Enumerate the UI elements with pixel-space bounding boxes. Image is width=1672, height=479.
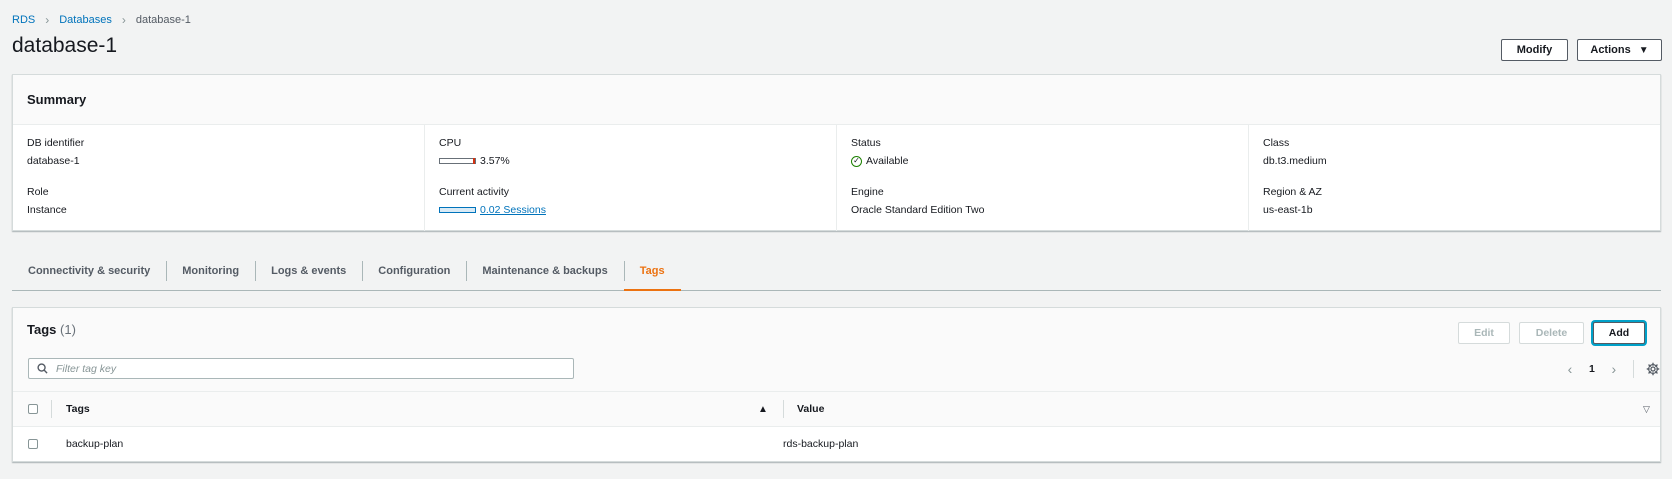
column-header-tags[interactable]: Tags: [66, 403, 90, 415]
pager-divider: [1632, 359, 1634, 378]
sessions-link[interactable]: 0.02 Sessions: [480, 204, 546, 216]
search-icon: [37, 363, 48, 374]
filter-tag-key-input[interactable]: [54, 361, 554, 376]
engine-value: Oracle Standard Edition Two: [851, 204, 985, 216]
sort-ascending-icon[interactable]: ▲: [758, 404, 768, 415]
actions-button[interactable]: Actions ▼: [1577, 39, 1662, 61]
cpu-value: 3.57%: [480, 155, 510, 167]
activity-label: Current activity: [439, 186, 510, 198]
region-field: Region & AZ us-east-1b: [1263, 186, 1646, 235]
actions-label: Actions: [1590, 44, 1631, 56]
page-number[interactable]: 1: [1589, 363, 1595, 375]
summary-grid: DB identifier database-1 Role Instance C…: [13, 125, 1660, 231]
cpu-usage-bar: [439, 158, 476, 164]
select-all-checkbox[interactable]: [28, 404, 38, 414]
tab-configuration[interactable]: Configuration: [362, 252, 466, 290]
role-field: Role Instance: [27, 186, 410, 235]
chevron-right-icon: ›: [45, 13, 50, 27]
status-badge: ✓ Available: [851, 155, 1234, 167]
caret-down-icon: ▼: [1638, 44, 1649, 56]
sessions-bar: [439, 207, 476, 213]
detail-tabs: Connectivity & security Monitoring Logs …: [12, 252, 1661, 291]
class-field: Class db.t3.medium: [1263, 137, 1646, 186]
summary-header: Summary: [13, 75, 1660, 125]
activity-value-wrap: 0.02 Sessions: [439, 204, 822, 216]
role-value: Instance: [27, 204, 67, 216]
db-identifier-value: database-1: [27, 155, 80, 167]
breadcrumb: RDS › Databases › database-1: [12, 13, 191, 27]
class-label: Class: [1263, 137, 1290, 149]
engine-label: Engine: [851, 186, 884, 198]
summary-col-usage: CPU 3.57% Current activity 0.02 Sessions: [424, 125, 836, 231]
tags-title-label: Tags: [27, 322, 57, 337]
add-button[interactable]: Add: [1593, 322, 1645, 344]
cpu-value-wrap: 3.57%: [439, 155, 822, 167]
tab-logs-events[interactable]: Logs & events: [255, 252, 362, 290]
breadcrumb-rds[interactable]: RDS: [12, 14, 35, 26]
table-header: Tags ▲ Value ▽: [13, 392, 1660, 427]
tags-title: Tags (1): [27, 322, 76, 337]
tag-value-cell: rds-backup-plan: [783, 437, 859, 450]
pagination: ‹ 1 ›: [1563, 358, 1660, 379]
summary-title: Summary: [27, 92, 87, 107]
engine-field: Engine Oracle Standard Edition Two: [851, 186, 1234, 235]
tags-header: Tags (1) Edit Delete Add ‹ 1 ›: [13, 308, 1660, 392]
tab-tags[interactable]: Tags: [623, 252, 681, 291]
summary-col-identity: DB identifier database-1 Role Instance: [13, 125, 424, 231]
tags-panel: Tags (1) Edit Delete Add ‹ 1 ›: [12, 307, 1661, 462]
gear-icon[interactable]: [1646, 362, 1660, 376]
tags-count: (1): [60, 322, 76, 337]
status-field: Status ✓ Available: [851, 137, 1234, 186]
column-divider: [783, 400, 784, 418]
class-value: db.t3.medium: [1263, 155, 1327, 167]
chevron-left-icon[interactable]: ‹: [1563, 361, 1577, 377]
tab-maintenance-backups[interactable]: Maintenance & backups: [466, 252, 623, 290]
chevron-right-icon: ›: [121, 13, 126, 27]
breadcrumb-current: database-1: [135, 14, 191, 26]
tab-connectivity-security[interactable]: Connectivity & security: [12, 252, 166, 290]
filter-box: [28, 358, 574, 379]
chevron-right-icon[interactable]: ›: [1607, 361, 1621, 377]
tab-monitoring[interactable]: Monitoring: [166, 252, 255, 290]
role-label: Role: [27, 186, 49, 198]
edit-button[interactable]: Edit: [1458, 322, 1510, 344]
page-title: database-1: [12, 34, 118, 57]
activity-field: Current activity 0.02 Sessions: [439, 186, 822, 235]
db-identifier-label: DB identifier: [27, 137, 85, 149]
region-value: us-east-1b: [1263, 204, 1313, 216]
modify-button[interactable]: Modify: [1501, 39, 1568, 61]
status-label: Status: [851, 137, 881, 149]
summary-col-class: Class db.t3.medium Region & AZ us-east-1…: [1248, 125, 1660, 231]
db-identifier-field: DB identifier database-1: [27, 137, 410, 186]
status-value: Available: [866, 155, 909, 167]
column-header-value[interactable]: Value: [797, 403, 824, 415]
region-label: Region & AZ: [1263, 186, 1322, 198]
check-circle-icon: ✓: [851, 155, 862, 167]
column-divider: [51, 400, 52, 418]
summary-col-status: Status ✓ Available Engine Oracle Standar…: [836, 125, 1248, 231]
cpu-label: CPU: [439, 137, 462, 149]
delete-button[interactable]: Delete: [1519, 322, 1584, 344]
sort-icon[interactable]: ▽: [1643, 404, 1650, 415]
cpu-field: CPU 3.57%: [439, 137, 822, 186]
tag-key-cell: backup-plan: [66, 437, 124, 450]
table-row[interactable]: backup-plan rds-backup-plan: [13, 427, 1660, 460]
summary-panel: Summary DB identifier database-1 Role In…: [12, 74, 1661, 231]
row-checkbox[interactable]: [28, 438, 38, 449]
breadcrumb-databases[interactable]: Databases: [59, 14, 112, 26]
